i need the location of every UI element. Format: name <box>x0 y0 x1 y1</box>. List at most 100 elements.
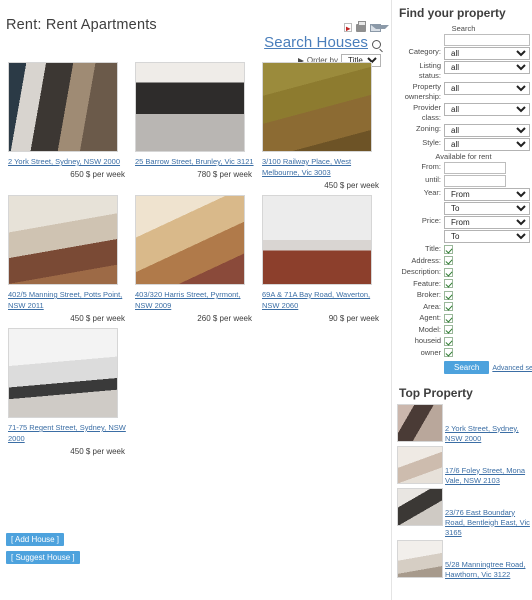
filter-select[interactable]: all <box>444 124 530 137</box>
listing-address-link[interactable]: 3/100 Railway Place, West Melbourne, Vic… <box>262 156 381 178</box>
listing-address-link[interactable]: 402/5 Manning Street, Potts Point, NSW 2… <box>8 289 127 311</box>
filter-label: Category: <box>408 47 441 56</box>
bottom-action-buttons: [ Add House ] [ Suggest House ] <box>6 533 80 569</box>
date-input[interactable] <box>444 162 506 174</box>
advanced-search-link[interactable]: Advanced search <box>492 365 532 372</box>
listing-price: 90 $ per week <box>328 314 379 323</box>
date-label: until: <box>425 175 441 184</box>
listing-card: 71-75 Regent Street, Sydney, NSW 2000 450… <box>4 328 131 456</box>
listing-thumbnail[interactable] <box>8 328 118 418</box>
date-control <box>444 162 530 174</box>
filter-select-rows: Category: all Listing status: all Property o… <box>397 47 530 151</box>
filter-control: all <box>444 61 530 74</box>
filter-row: Listing status: all <box>397 61 530 81</box>
top-property-address-link[interactable]: 17/6 Foley Street, Mona Vale, NSW 2103 <box>443 446 530 486</box>
top-property-thumbnail[interactable] <box>397 403 443 442</box>
listing-price: 450 $ per week <box>70 447 125 456</box>
checkbox-row: Agent: <box>397 313 530 323</box>
checkbox-label: Broker: <box>416 290 441 299</box>
range-row: FromTo <box>397 202 530 215</box>
date-input[interactable] <box>444 175 506 187</box>
pdf-icon[interactable] <box>343 23 352 33</box>
filter-select[interactable]: all <box>444 82 530 95</box>
listing-thumbnail[interactable] <box>262 62 372 152</box>
range-from-select[interactable]: FromTo <box>444 188 530 201</box>
range-label: Price: <box>421 216 441 225</box>
filter-label: Style: <box>422 138 441 147</box>
search-houses-link[interactable]: Search Houses <box>264 34 368 51</box>
filter-control: all <box>444 124 530 137</box>
sidebar: Find your property Search Category: all Li… <box>393 0 532 600</box>
listing-thumbnail[interactable] <box>8 62 118 152</box>
listing-thumbnail[interactable] <box>135 195 245 285</box>
field-checkbox[interactable] <box>444 267 453 277</box>
filter-control: all <box>444 82 530 95</box>
search-input-wrap <box>444 34 530 46</box>
listing-price: 650 $ per week <box>70 170 125 179</box>
checkbox-row: Description: <box>397 267 530 277</box>
top-property-address-link[interactable]: 2 York Street, Sydney, NSW 2000 <box>443 404 530 444</box>
search-submit-row: SearchAdvanced search <box>397 360 532 374</box>
filter-select[interactable]: all <box>444 103 530 116</box>
field-checkbox[interactable] <box>444 348 453 357</box>
listing-address-link[interactable]: 2 York Street, Sydney, NSW 2000 <box>8 156 127 167</box>
email-icon[interactable] <box>370 23 389 32</box>
top-property-thumbnail[interactable] <box>397 445 443 484</box>
filter-row: Provider class: all <box>397 103 530 123</box>
checkbox-label: Feature: <box>413 278 441 288</box>
filter-control: all <box>444 47 530 60</box>
checkbox-row: Address: <box>397 256 530 266</box>
date-range-rows: From: until: <box>397 162 530 187</box>
top-property-thumbnail[interactable] <box>397 487 443 526</box>
field-checkbox[interactable] <box>444 279 453 288</box>
available-for-rent-label: Available for rent <box>435 152 492 161</box>
top-property-item: 2 York Street, Sydney, NSW 2000 <box>397 403 530 444</box>
field-checkbox[interactable] <box>444 290 453 300</box>
top-property-thumbnail[interactable] <box>397 539 443 578</box>
field-checkbox[interactable] <box>444 244 453 254</box>
field-checkbox[interactable] <box>444 313 453 323</box>
print-icon[interactable] <box>355 20 366 32</box>
filter-control: all <box>444 103 530 116</box>
listing-address-link[interactable]: 403/320 Harris Street, Pyrmont, NSW 2009 <box>135 289 254 311</box>
filter-select[interactable]: all <box>444 138 530 151</box>
listing-thumbnail[interactable] <box>262 195 372 285</box>
range-to-select[interactable]: FromTo <box>444 202 530 215</box>
top-property-address-link[interactable]: 23/76 East Boundary Road, Bentleigh East… <box>443 488 530 538</box>
suggest-house-button[interactable]: [ Suggest House ] <box>6 551 80 564</box>
filter-select[interactable]: all <box>444 47 530 60</box>
listing-address-link[interactable]: 71-75 Regent Street, Sydney, NSW 2000 <box>8 422 127 444</box>
listing-price: 780 $ per week <box>197 170 252 179</box>
listing-price: 450 $ per week <box>324 181 379 190</box>
listing-toolbar: Search Houses Order byTitlePriceDate <box>111 20 389 67</box>
range-control: FromTo <box>444 216 530 229</box>
field-checkbox[interactable] <box>444 302 453 311</box>
listing-address-link[interactable]: 69A & 71A Bay Road, Waverton, NSW 2060 <box>262 289 381 311</box>
listing-address-link[interactable]: 25 Barrow Street, Brunley, Vic 3121 <box>135 156 254 167</box>
field-checkbox[interactable] <box>444 336 453 346</box>
field-checkbox[interactable] <box>444 325 453 334</box>
checkbox-label: Area: <box>423 301 441 311</box>
filter-select[interactable]: all <box>444 61 530 74</box>
search-input[interactable] <box>444 34 530 46</box>
field-checkbox[interactable] <box>444 256 453 265</box>
find-property-form: Search Category: all Listing status: all Pro… <box>397 24 532 374</box>
filter-row: Style: all <box>397 138 530 151</box>
top-property-address-link[interactable]: 5/28 Manningtree Road, Hawthorn, Vic 312… <box>443 540 530 580</box>
bottom-button-wrap: [ Suggest House ] <box>6 551 80 569</box>
listing-price: 450 $ per week <box>70 314 125 323</box>
range-from-select[interactable]: FromTo <box>444 216 530 229</box>
range-to-select[interactable]: FromTo <box>444 230 530 243</box>
listing-thumbnail[interactable] <box>8 195 118 285</box>
range-control: FromTo <box>444 230 530 243</box>
filter-row: Category: all <box>397 47 530 60</box>
magnifier-icon[interactable] <box>372 40 381 50</box>
listing-row: 71-75 Regent Street, Sydney, NSW 2000 450… <box>4 328 386 456</box>
search-button[interactable]: Search <box>444 360 490 374</box>
search-field-label: Search <box>451 24 476 33</box>
add-house-button[interactable]: [ Add House ] <box>6 533 65 546</box>
filter-label: Listing status: <box>418 61 441 80</box>
range-row: FromTo <box>397 230 530 243</box>
search-input-row <box>397 34 530 46</box>
listing-thumbnail[interactable] <box>135 62 245 152</box>
